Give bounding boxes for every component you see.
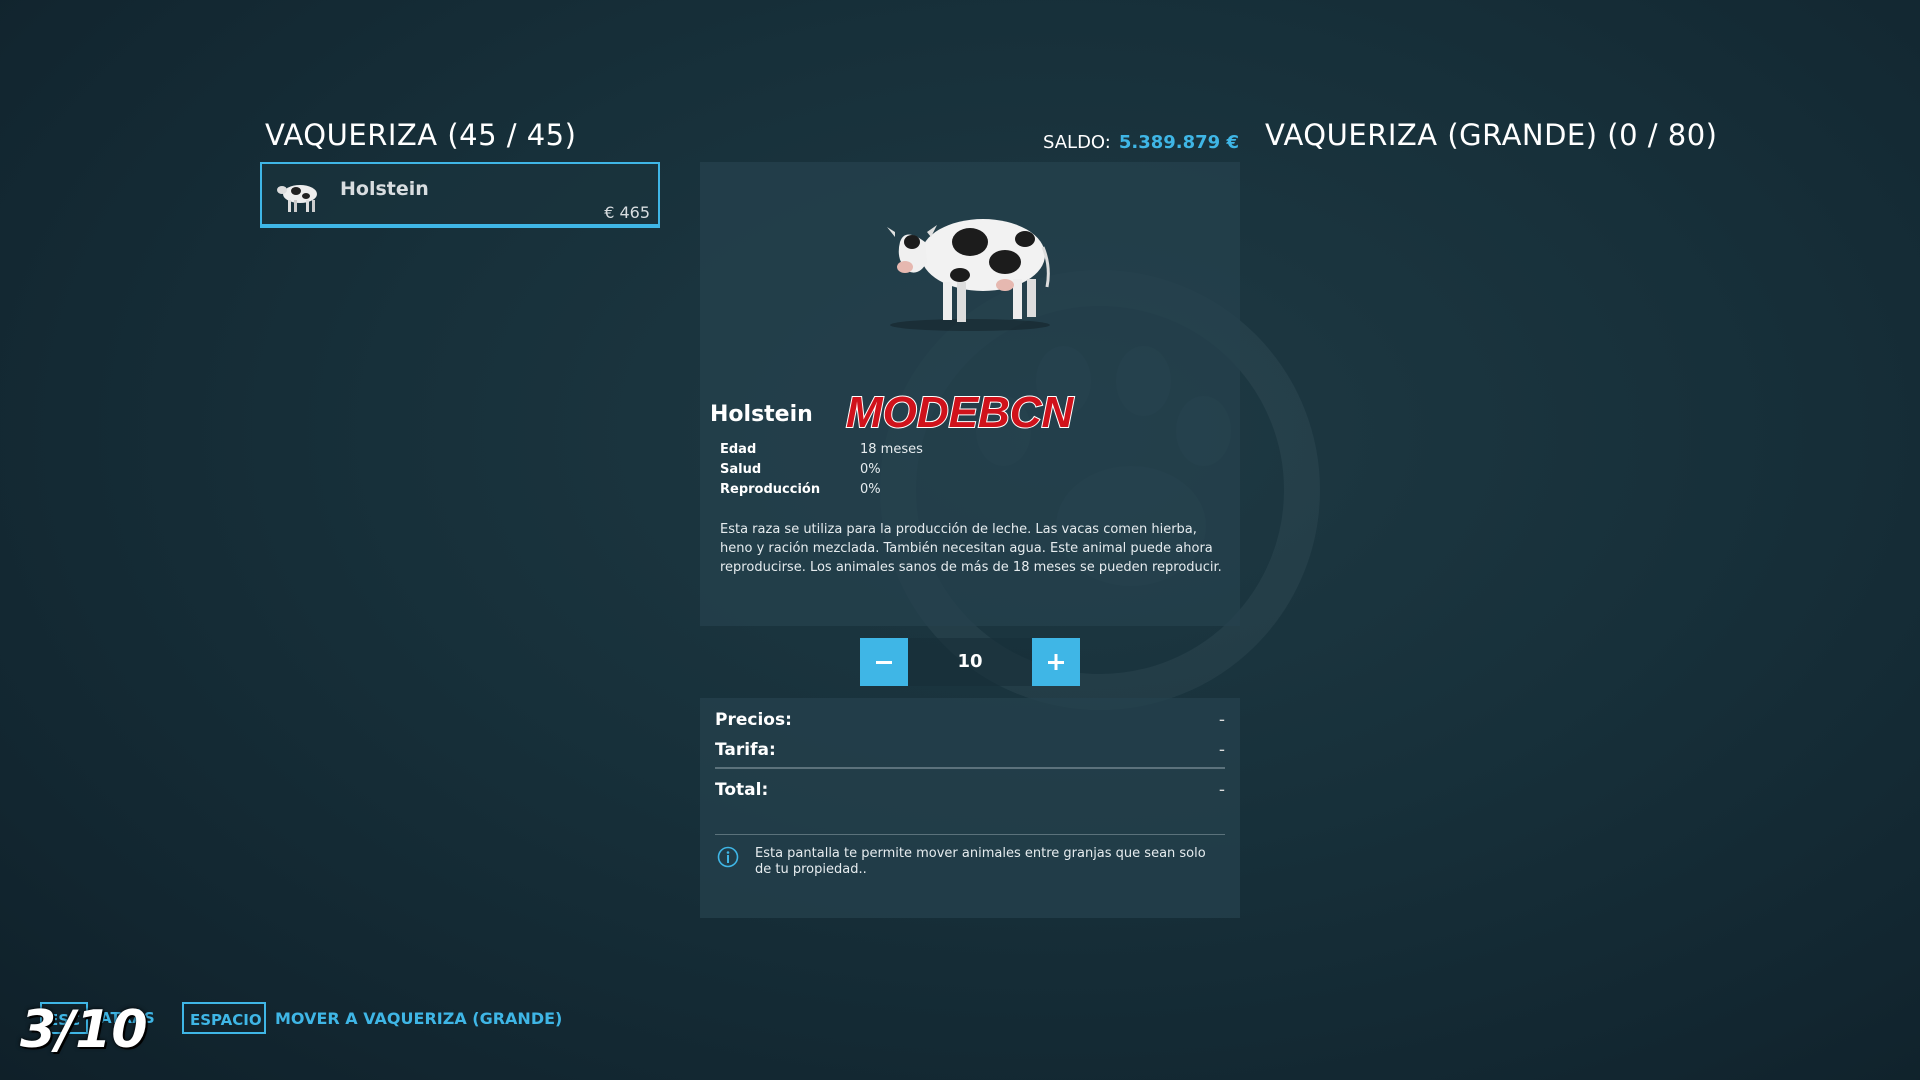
stat-label: Reproducción	[720, 482, 821, 497]
source-barn-title: VAQUERIZA (45 / 45)	[265, 118, 577, 152]
stat-row-health: Salud 0%	[720, 462, 1120, 482]
target-barn-title: VAQUERIZA (GRANDE) (0 / 80)	[1265, 118, 1718, 152]
prices-label: Precios:	[715, 710, 792, 730]
animal-list-item-holstein[interactable]: Holstein € 465	[260, 162, 660, 228]
balance-value: 5.389.879 €	[1118, 132, 1239, 153]
selection-underline	[262, 224, 658, 228]
page-counter-overlay: 3/10	[20, 1000, 148, 1060]
stat-label: Salud	[720, 462, 762, 477]
quantity-value: 10	[908, 638, 1032, 686]
stat-row-reproduction: Reproducción 0%	[720, 482, 1120, 502]
animal-detail-name: Holstein	[710, 402, 813, 427]
fee-label: Tarifa:	[715, 740, 776, 760]
fee-value: -	[1218, 740, 1225, 760]
animal-description: Esta raza se utiliza para la producción …	[720, 522, 1222, 575]
info-icon	[717, 846, 739, 868]
decrease-quantity-button[interactable]	[860, 638, 908, 686]
fee-row: Tarifa: -	[715, 740, 1225, 760]
increase-quantity-button[interactable]	[1032, 638, 1080, 686]
modebcn-watermark-logo: MODEBCN	[845, 387, 1076, 437]
plus-icon	[1048, 654, 1064, 670]
total-label: Total:	[715, 780, 769, 800]
animal-detail-panel: Holstein MODEBCN Edad 18 meses Salud 0% …	[700, 162, 1240, 626]
total-row: Total: -	[715, 780, 1225, 800]
space-key-hint[interactable]: ESPACIO	[182, 1002, 266, 1034]
animal-list-item-name: Holstein	[340, 178, 429, 200]
animal-list-item-price: € 465	[604, 203, 650, 222]
cow-thumbnail-icon	[277, 185, 317, 212]
divider	[715, 834, 1225, 835]
animal-stats: Edad 18 meses Salud 0% Reproducción 0%	[720, 442, 1120, 502]
holstein-cow-image	[887, 219, 1050, 331]
stat-value: 0%	[860, 482, 881, 497]
minus-icon	[876, 661, 892, 664]
divider	[715, 767, 1225, 769]
prices-value: -	[1218, 710, 1225, 730]
info-text: Esta pantalla te permite mover animales …	[755, 846, 1206, 877]
stat-label: Edad	[720, 442, 757, 457]
stat-value: 18 meses	[860, 442, 923, 457]
balance-label: SALDO:	[1042, 132, 1111, 153]
price-summary-panel: Precios: - Tarifa: - Total: - Esta panta…	[700, 698, 1240, 918]
move-action-label[interactable]: MOVER A VAQUERIZA (GRANDE)	[275, 1009, 562, 1028]
prices-row: Precios: -	[715, 710, 1225, 730]
total-value: -	[1218, 780, 1225, 800]
stat-value: 0%	[860, 462, 881, 477]
svg-text:MODEBCN: MODEBCN	[846, 388, 1075, 437]
balance: SALDO: 5.389.879 €	[1043, 132, 1239, 153]
stat-row-age: Edad 18 meses	[720, 442, 1120, 462]
